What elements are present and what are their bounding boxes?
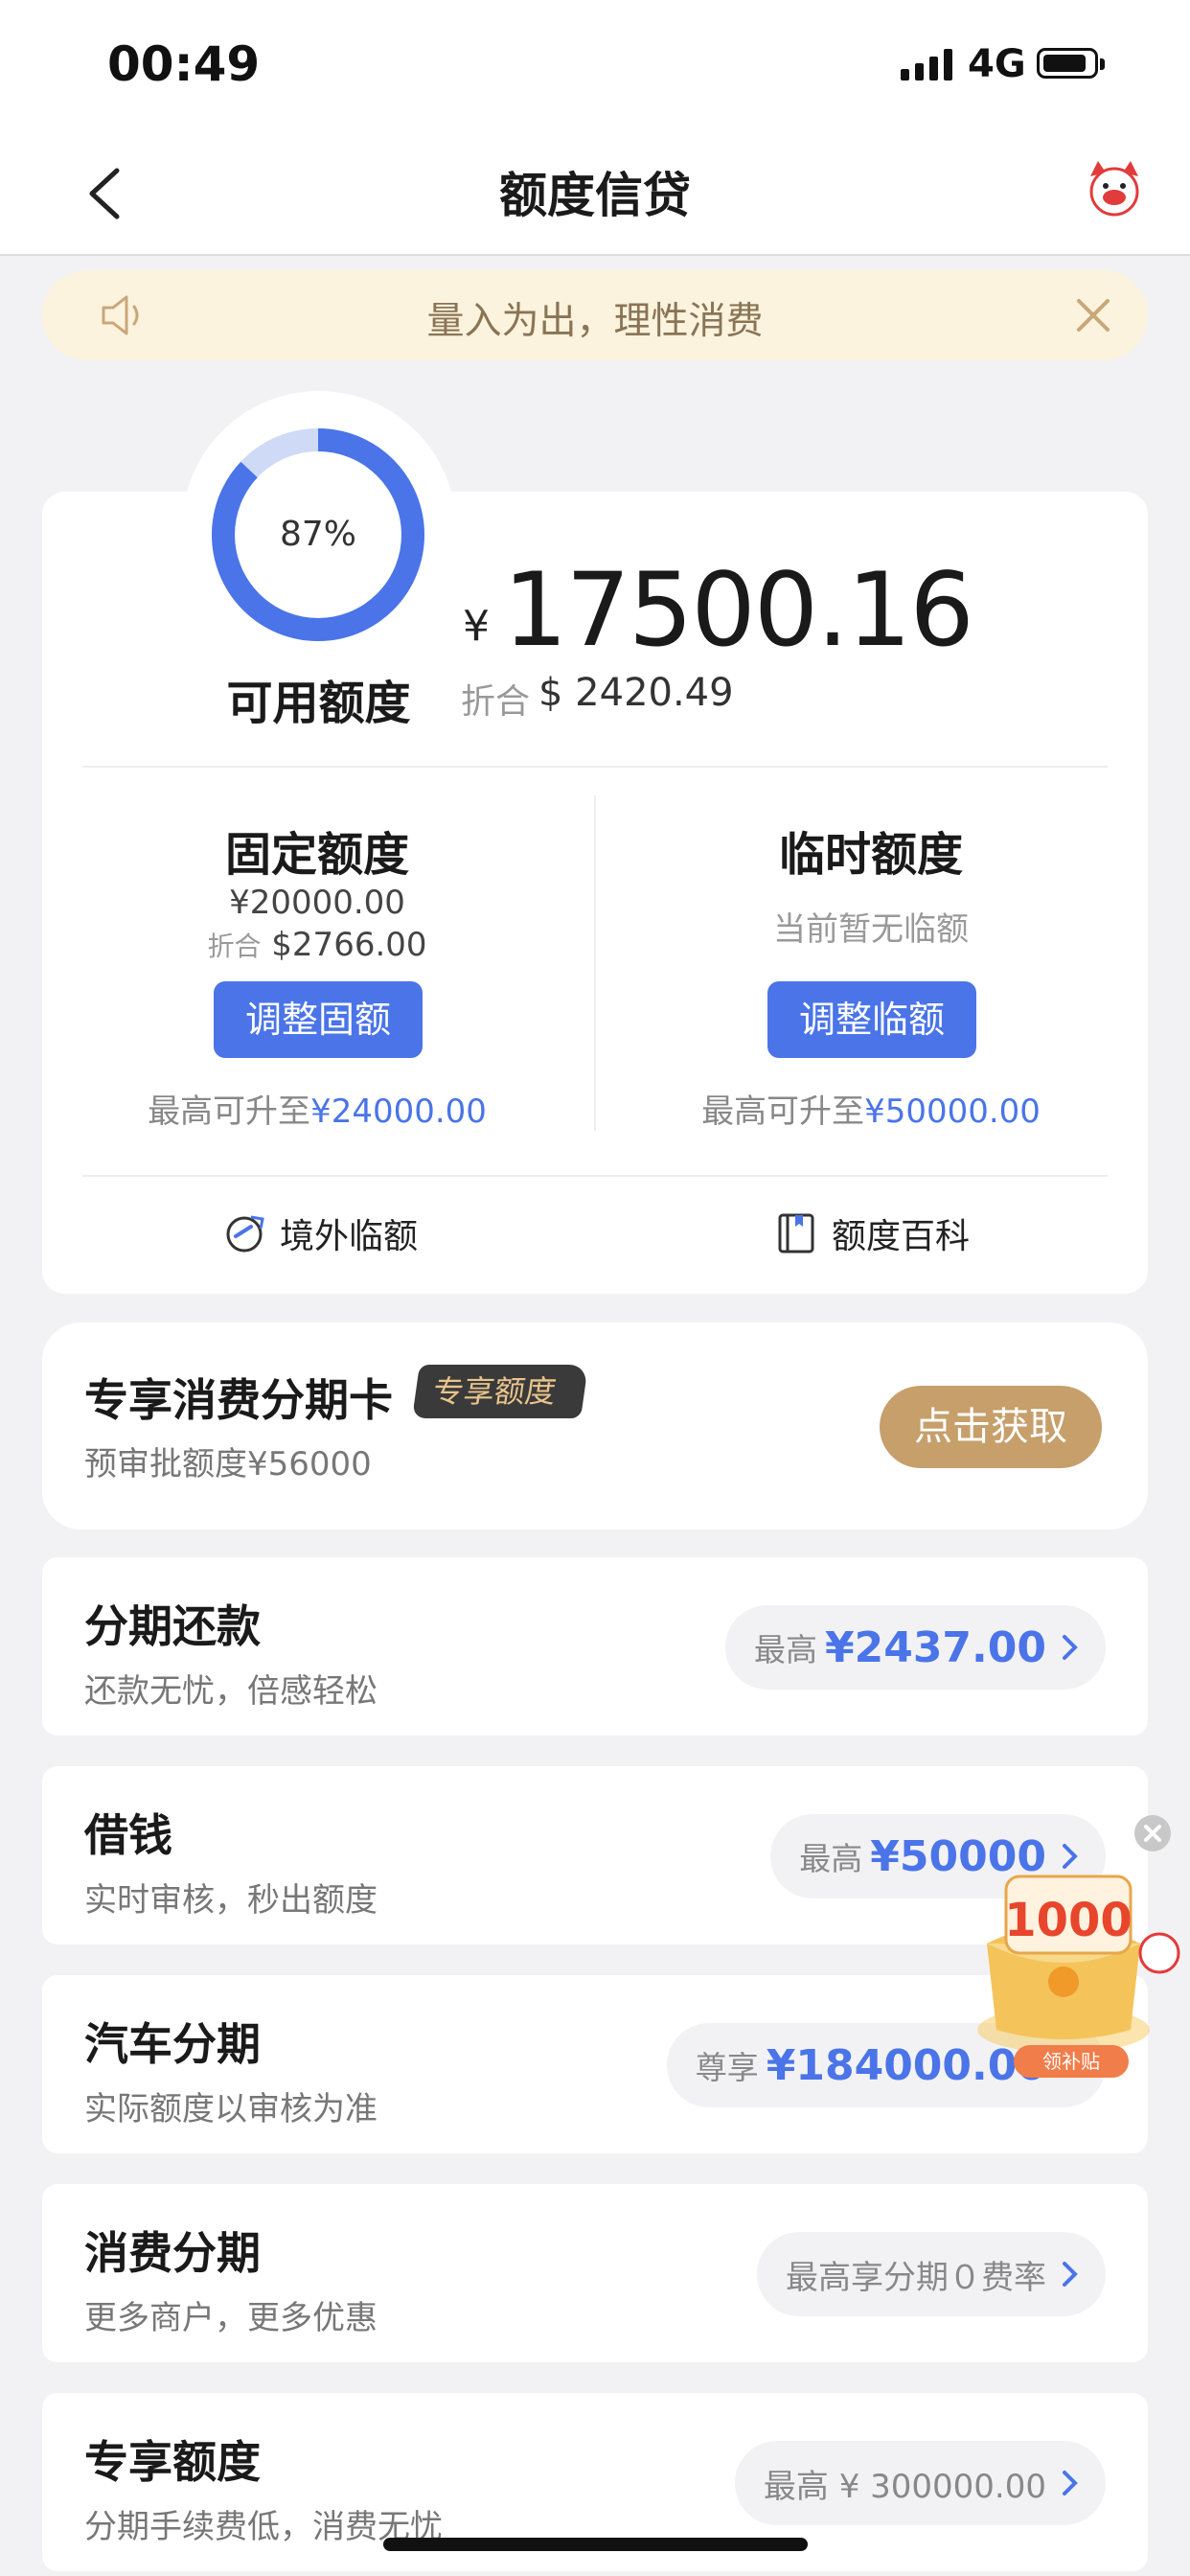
- amount-value: ¥2437.00: [824, 1622, 1046, 1672]
- temp-quota-max: 最高可升至¥50000.00: [660, 1085, 1082, 1132]
- divider: [594, 795, 596, 1131]
- service-amount-pill[interactable]: 最高 ¥ 300000.00: [734, 2441, 1106, 2525]
- page-title: 额度信贷: [499, 168, 691, 223]
- divider: [82, 766, 1108, 768]
- status-bar: 00:49 4G: [0, 0, 1190, 134]
- close-ad-button[interactable]: [1134, 1815, 1171, 1852]
- service-subtitle: 更多商户，更多优惠: [84, 2299, 378, 2337]
- notice-text: 量入为出，理性消费: [426, 300, 764, 343]
- max-prefix: 最高可升至: [701, 1092, 865, 1131]
- notice-banner: 量入为出，理性消费: [42, 270, 1148, 360]
- service-subtitle: 实时审核，秒出额度: [84, 1881, 378, 1920]
- usage-percent: 87%: [279, 515, 356, 554]
- amount-prefix: 最高: [753, 1631, 817, 1668]
- service-title: 汽车分期: [84, 2018, 261, 2070]
- available-label: 可用额度: [226, 677, 411, 730]
- fixed-quota-title: 固定额度: [224, 828, 409, 882]
- pill-text: 最高 ¥ 300000.00: [763, 2467, 1046, 2506]
- temp-quota-note: 当前暂无临额: [773, 910, 969, 949]
- max-value: ¥24000.00: [310, 1092, 487, 1131]
- close-icon[interactable]: [1073, 295, 1113, 335]
- signal-icon: [901, 48, 952, 80]
- fold-label: 折合: [207, 931, 262, 962]
- overseas-quota-link[interactable]: 境外临额: [222, 1209, 418, 1257]
- mascot-icon[interactable]: [1083, 157, 1146, 220]
- divider: [82, 1175, 1108, 1177]
- overseas-quota-icon: [226, 1215, 264, 1253]
- nav-bar: 额度信贷: [0, 134, 1190, 256]
- service-installment-repayment[interactable]: 分期还款 还款无忧，倍感轻松 最高 ¥2437.00: [42, 1557, 1148, 1736]
- service-title: 消费分期: [84, 2227, 261, 2279]
- pill-text: 最高享分期０费率: [786, 2258, 1046, 2297]
- adjust-temp-button[interactable]: 调整临额: [767, 981, 976, 1058]
- service-title: 借钱: [84, 1809, 172, 1861]
- max-value: ¥50000.00: [864, 1092, 1041, 1131]
- available-amount: 17500.16: [503, 551, 974, 669]
- link-label: 境外临额: [280, 1217, 419, 1256]
- fixed-quota-fold: 折合 $2766.00: [126, 926, 509, 964]
- amount-prefix: 最高: [799, 1840, 863, 1877]
- amount-prefix: 尊享: [695, 2049, 759, 2086]
- service-amount-pill[interactable]: 最高享分期０费率: [757, 2232, 1106, 2316]
- network-type: 4G: [968, 42, 1026, 86]
- close-icon: [1144, 1825, 1161, 1842]
- fold-value: $ 2420.49: [538, 671, 734, 715]
- installment-card-promo[interactable]: 专享消费分期卡 专享额度 预审批额度¥56000 点击获取: [42, 1322, 1148, 1530]
- home-indicator: [383, 2538, 808, 2551]
- promo-title: 专享消费分期卡: [84, 1374, 393, 1426]
- service-subtitle: 还款无忧，倍感轻松: [84, 1672, 378, 1711]
- fold-label: 折合: [461, 682, 531, 722]
- fixed-quota-max: 最高可升至¥24000.00: [106, 1085, 528, 1132]
- link-label: 额度百科: [832, 1217, 971, 1256]
- adjust-fixed-button[interactable]: 调整固额: [214, 981, 423, 1058]
- fixed-quota-amount: ¥20000.00: [229, 884, 405, 922]
- chevron-right-icon: [1063, 2471, 1078, 2496]
- promo-subtitle: 预审批额度¥56000: [84, 1445, 372, 1484]
- battery-icon: [1037, 48, 1105, 79]
- quota-wiki-link[interactable]: 额度百科: [774, 1209, 970, 1257]
- service-title: 专享额度: [84, 2436, 261, 2488]
- service-subtitle: 实际额度以审核为准: [84, 2090, 378, 2128]
- max-prefix: 最高可升至: [148, 1092, 311, 1131]
- service-title: 分期还款: [84, 1600, 261, 1652]
- currency-symbol: ¥: [463, 602, 490, 651]
- status-time: 00:49: [107, 36, 261, 92]
- promo-badge: 专享额度: [412, 1365, 588, 1418]
- chevron-right-icon: [1063, 1635, 1078, 1660]
- ad-amount: 1000: [1004, 1894, 1133, 1947]
- ad-label: 领补贴: [1042, 2050, 1100, 2073]
- book-icon: [778, 1213, 814, 1254]
- service-amount-pill[interactable]: 最高 ¥2437.00: [724, 1605, 1106, 1690]
- fold-value: $2766.00: [271, 926, 427, 964]
- service-consumer-installment[interactable]: 消费分期 更多商户，更多优惠 最高享分期０费率: [42, 2184, 1148, 2362]
- get-offer-button[interactable]: 点击获取: [880, 1386, 1102, 1468]
- temp-quota-title: 临时额度: [778, 828, 963, 882]
- chevron-right-icon: [1063, 2262, 1078, 2287]
